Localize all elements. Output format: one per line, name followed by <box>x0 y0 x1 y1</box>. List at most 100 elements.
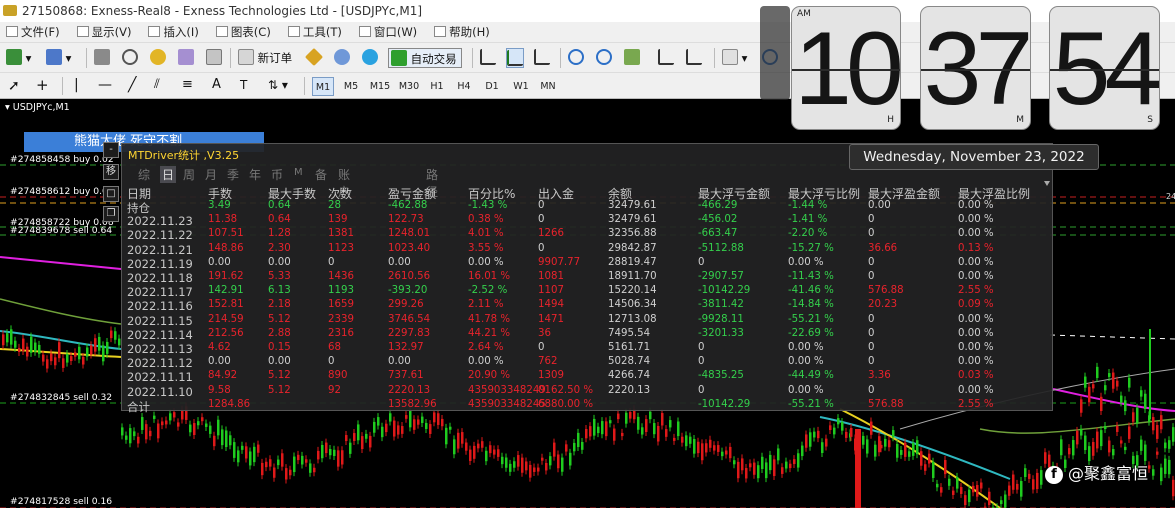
horizontal-line-button[interactable]: — <box>98 75 112 95</box>
panel-scroll-icon[interactable] <box>1044 181 1050 186</box>
community-button[interactable] <box>334 48 350 68</box>
timeframe-w1[interactable]: W1 <box>509 77 533 96</box>
table-row[interactable]: 2022.11.19 0.00 0.00 0 0.00 0.00 % 9907.77 2881… <box>122 257 1054 271</box>
auto-trading-button[interactable]: 自动交易 <box>388 48 462 68</box>
table-row[interactable]: 2022.11.13 4.62 0.15 68 132.97 2.64 % 0 5161.71… <box>122 342 1054 356</box>
menu-window[interactable]: 窗口(W) <box>353 22 428 42</box>
table-row[interactable]: 2022.11.14 212.56 2.88 2316 2297.83 44.21 % 36… <box>122 328 1054 342</box>
tile-windows-button[interactable] <box>624 48 640 68</box>
menu-help[interactable]: 帮助(H) <box>428 22 501 42</box>
table-row[interactable]: 2022.11.16 152.81 2.18 1659 299.26 2.11 % 1494… <box>122 299 1054 313</box>
vertical-line-button[interactable]: | <box>74 75 79 95</box>
candle-body <box>106 341 109 354</box>
new-chart-button[interactable]: ▾ <box>6 48 31 68</box>
timeframe-mn[interactable]: MN <box>536 77 560 96</box>
tab-magic[interactable]: M <box>294 167 303 178</box>
timeframe-h1[interactable]: H1 <box>426 77 448 96</box>
terminal-button[interactable] <box>178 48 194 68</box>
candle-body <box>1120 440 1123 444</box>
table-row[interactable]: 2022.11.18 191.62 5.33 1436 2610.56 16.01 % 10… <box>122 271 1054 285</box>
candle-body <box>82 356 85 365</box>
tab-note[interactable]: 备 <box>315 166 327 183</box>
candle-body <box>601 421 604 435</box>
tester-button[interactable] <box>206 48 222 68</box>
menu-insert[interactable]: 插入(I) <box>142 22 209 42</box>
timeframe-d1[interactable]: D1 <box>481 77 503 96</box>
candle-body <box>769 454 772 471</box>
menu-view[interactable]: 显示(V) <box>71 22 143 42</box>
timeframe-m30[interactable]: M30 <box>396 77 422 96</box>
trendline-button[interactable]: ╱ <box>128 75 136 95</box>
timeframe-m1[interactable]: M1 <box>312 77 334 96</box>
navigator-button[interactable] <box>150 48 166 68</box>
tab-week[interactable]: 周 <box>183 166 195 183</box>
timeframe-m5[interactable]: M5 <box>340 77 362 96</box>
timeframe-h4[interactable]: H4 <box>453 77 475 96</box>
crosshair-tool-button[interactable]: + <box>36 75 49 95</box>
candle-body <box>337 450 340 467</box>
bar-chart-button[interactable] <box>480 48 496 68</box>
tab-year[interactable]: 年 <box>249 166 261 183</box>
order-label[interactable]: #274858458 buy 0.02 <box>10 154 114 165</box>
panel-move-button[interactable]: 移 <box>103 164 119 180</box>
crosshair-button[interactable] <box>122 48 138 68</box>
candlestick-button[interactable] <box>506 48 524 68</box>
table-row[interactable]: 2022.11.10 9.58 5.12 92 2220.13 435903348249 0… <box>122 385 1054 399</box>
zoom-out-button[interactable] <box>596 48 612 68</box>
zoom-in-button[interactable] <box>568 48 584 68</box>
crosshair-tool-icon: + <box>36 76 49 94</box>
table-row[interactable]: 2022.11.23 11.38 0.64 139 122.73 0.38 % 0 32479… <box>122 214 1054 228</box>
fibonacci-button[interactable]: ≡ <box>182 75 193 95</box>
toolbar-separator <box>560 48 561 68</box>
channel-button[interactable]: ⫽ <box>154 75 160 95</box>
table-cell: 13582.96 <box>388 398 437 410</box>
tab-summary[interactable]: 综 <box>138 166 150 183</box>
tab-day[interactable]: 日 <box>160 166 177 183</box>
table-row[interactable]: 2022.11.22 107.51 1.28 1381 1248.01 4.01 % 126… <box>122 228 1054 242</box>
table-row[interactable]: 2022.11.15 214.59 5.12 2339 3746.54 41.78 % 14… <box>122 314 1054 328</box>
metaeditor-button[interactable] <box>304 47 324 68</box>
candle-body <box>2 334 5 346</box>
table-cell: 3746.54 <box>388 313 431 325</box>
table-row[interactable]: 2022.11.11 84.92 5.12 890 737.61 20.90 % 1309 4… <box>122 370 1054 384</box>
candle-body <box>141 417 144 430</box>
order-label[interactable]: #274832845 sell 0.32 <box>10 392 112 403</box>
profiles-button[interactable]: ▾ <box>46 48 71 68</box>
order-label[interactable]: #274817528 sell 0.16 <box>10 496 112 507</box>
cursor-button[interactable]: ➚ <box>8 76 20 96</box>
candle-body <box>401 426 404 434</box>
tab-month[interactable]: 月 <box>205 166 217 183</box>
panel-restore-button[interactable]: □ <box>103 186 119 202</box>
panel-copy-button[interactable]: ❐ <box>103 206 119 222</box>
watermark: f @聚鑫富恒 <box>1045 460 1148 484</box>
candle-body <box>145 424 148 440</box>
arrows-button[interactable]: ⇅ ▾ <box>268 75 288 95</box>
toolbar-separator <box>472 48 473 68</box>
panel-minimize-button[interactable]: - <box>103 142 119 158</box>
toolbar-separator <box>714 48 715 68</box>
menu-tools[interactable]: 工具(T) <box>282 22 353 42</box>
new-order-button[interactable]: 新订单 <box>238 48 292 68</box>
menu-file[interactable]: 文件(F) <box>0 22 71 42</box>
candle-body <box>449 426 452 430</box>
tab-quarter[interactable]: 季 <box>227 166 239 183</box>
scroll-chart-button[interactable] <box>658 48 674 68</box>
market-watch-button[interactable] <box>94 48 110 68</box>
timeframe-m15[interactable]: M15 <box>367 77 393 96</box>
menu-chart[interactable]: 图表(C) <box>210 22 282 42</box>
tab-currency[interactable]: 币 <box>271 166 283 183</box>
order-label[interactable]: #274858612 buy 0.04 <box>10 186 114 197</box>
indicators-button[interactable]: ▾ <box>722 48 747 68</box>
line-chart-button[interactable] <box>534 48 550 68</box>
signals-button[interactable] <box>362 48 378 68</box>
table-row[interactable]: 2022.11.12 0.00 0.00 0 0.00 0.00 % 762 5028.74 0… <box>122 356 1054 370</box>
table-row[interactable]: 2022.11.17 142.91 6.13 1193 -393.20 -2.52 % 11… <box>122 285 1054 299</box>
total-row[interactable]: 合计 1284.86 13582.96 435903348245 6880.00 % -1… <box>122 398 1054 414</box>
table-cell: 0.64 <box>268 214 291 226</box>
chart-shift-button[interactable] <box>686 48 702 68</box>
label-button[interactable]: T <box>240 75 247 95</box>
order-label[interactable]: #274839678 sell 0.64 <box>10 225 112 236</box>
text-button[interactable]: A <box>212 75 221 95</box>
holding-row[interactable]: 持仓 3.49 0.64 28 -462.88 -1.43 % 0 32479.61 -466.… <box>122 200 1054 215</box>
table-row[interactable]: 2022.11.21 148.86 2.30 1123 1023.40 3.55 % 0 29… <box>122 243 1054 257</box>
